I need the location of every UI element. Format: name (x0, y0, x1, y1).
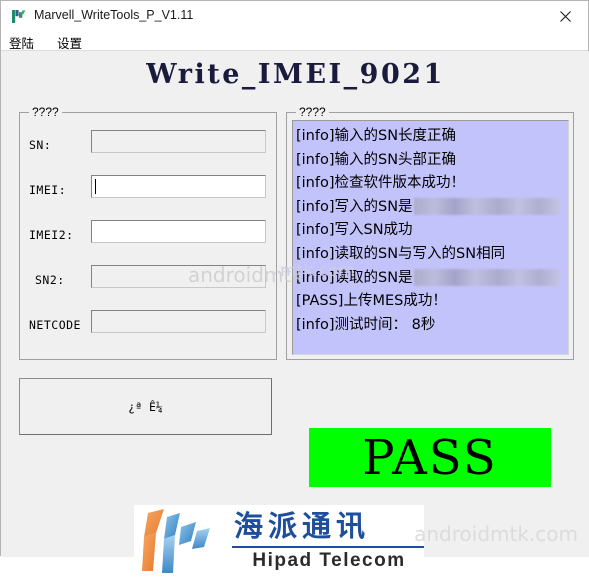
log-line-text: [info]读取的SN与写入的SN相同 (296, 245, 506, 262)
redacted-value (413, 269, 560, 287)
title-bar: Marvell_WriteTools_P_V1.11 (1, 1, 588, 32)
form-group-legend: ???? (29, 105, 62, 119)
close-button[interactable] (542, 1, 588, 32)
imei-input[interactable] (91, 175, 266, 198)
main-content: Write_IMEI_9021 ???? SN: IMEI: IMEI2: SN… (1, 51, 589, 577)
log-line-text: [info]读取的SN是 (296, 269, 413, 286)
app-logo-icon (10, 8, 27, 25)
form-row-netcode: NETCODE (20, 309, 276, 345)
logo-chinese-name: 海派通讯 (234, 509, 371, 543)
log-line: [info]读取的SN是 (296, 267, 566, 291)
logo-english-name: Hipad Telecom (252, 550, 406, 571)
log-line-text: [PASS]上传MES成功！ (296, 293, 447, 310)
log-output-list[interactable]: [info]输入的SN长度正确 [info]输入的SN头部正确 [info]检查软件… (292, 120, 569, 355)
log-line-text: [info]写入的SN是 (296, 198, 413, 215)
redacted-value (413, 198, 560, 216)
menu-item-login[interactable]: 登陆 (9, 33, 34, 52)
log-line-text: [info]测试时间： 8秒 (296, 316, 436, 333)
log-line: [info]检查软件版本成功！ (296, 172, 566, 196)
status-badge-label: PASS (362, 429, 498, 486)
form-row-sn2: SN2: (20, 264, 276, 300)
company-logo: 海派通讯 Hipad Telecom (134, 505, 424, 577)
form-row-imei2: IMEI2: (20, 219, 276, 255)
application-window: Marvell_WriteTools_P_V1.11 登陆 设置 Write_I… (0, 0, 589, 577)
log-line: [info]读取的SN与写入的SN相同 (296, 243, 566, 267)
page-title: Write_IMEI_9021 (146, 59, 445, 90)
menu-bar: 登陆 设置 (1, 32, 588, 51)
log-line: [PASS]上传MES成功！ (296, 290, 566, 314)
hipad-logo-mark-icon (134, 507, 226, 575)
window-title: Marvell_WriteTools_P_V1.11 (34, 8, 194, 22)
menu-item-settings[interactable]: 设置 (57, 33, 82, 52)
log-group: ???? [info]输入的SN长度正确 [info]输入的SN头部正确 [info… (286, 105, 574, 360)
log-line-text: [info]检查软件版本成功！ (296, 175, 466, 192)
form-row-sn: SN: (20, 129, 276, 165)
log-line: [info]写入的SN是 (296, 196, 566, 220)
start-button[interactable]: ¿ª Ê¼ (19, 378, 272, 435)
log-line: [info]写入SN成功 (296, 219, 566, 243)
logo-divider (232, 546, 424, 548)
close-icon (559, 11, 571, 22)
netcode-input[interactable] (91, 310, 266, 333)
watermark-main: androidmtk.com (414, 522, 578, 546)
log-line: [info]输入的SN头部正确 (296, 149, 566, 173)
log-line: [info]测试时间： 8秒 (296, 314, 566, 338)
status-badge: PASS (309, 428, 551, 487)
imei2-input[interactable] (91, 220, 266, 243)
log-line-text: [info]输入的SN长度正确 (296, 128, 457, 144)
sn-input[interactable] (91, 130, 266, 153)
text-caret (95, 179, 96, 194)
start-button-label: ¿ª Ê¼ (128, 399, 163, 414)
input-form-group: ???? SN: IMEI: IMEI2: SN2: NETCODE (19, 105, 277, 360)
sn2-input[interactable] (91, 265, 266, 288)
log-group-legend: ???? (296, 105, 329, 119)
form-row-imei: IMEI: (20, 174, 276, 210)
log-line: [info]输入的SN长度正确 (296, 125, 566, 149)
log-line-text: [info]写入SN成功 (296, 222, 413, 239)
log-line-text: [info]输入的SN头部正确 (296, 151, 457, 168)
